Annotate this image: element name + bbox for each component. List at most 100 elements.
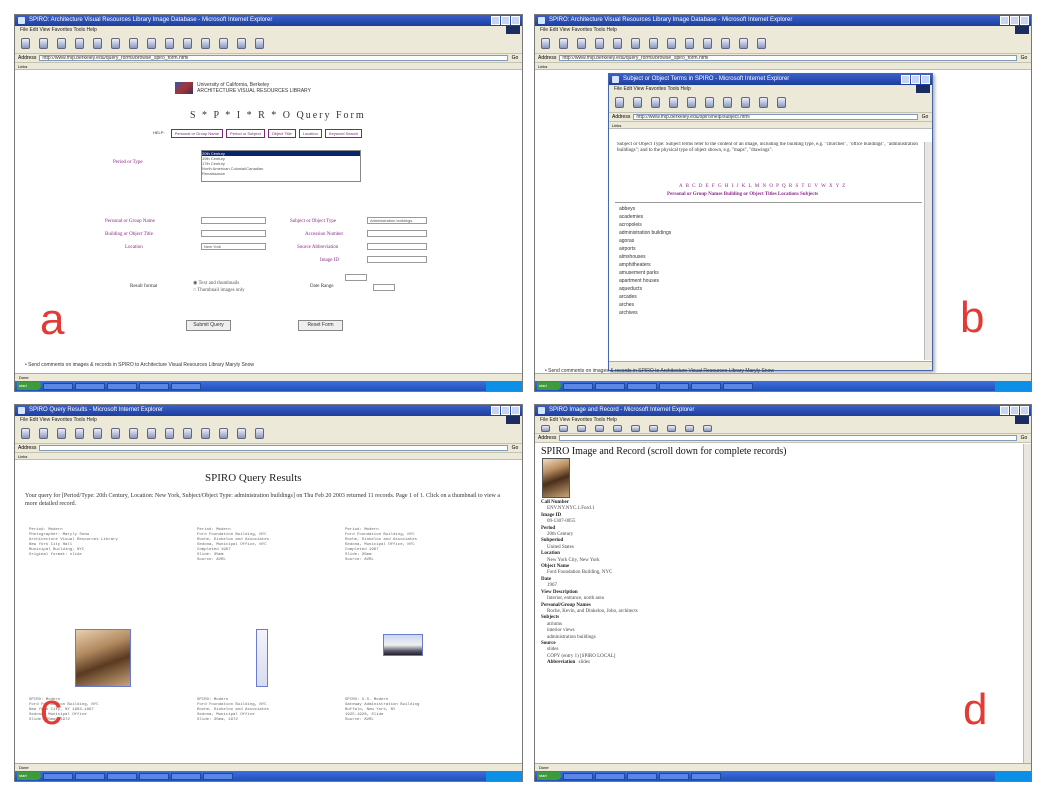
subject-item[interactable]: agoras <box>619 237 671 245</box>
window-controls[interactable] <box>1000 16 1029 25</box>
result-option-text[interactable]: ◉ Text and thumbnails <box>193 280 239 286</box>
edit-icon[interactable] <box>219 38 228 49</box>
tab-keyword[interactable]: Keyword Search <box>324 129 363 138</box>
popup-window-controls[interactable] <box>901 75 930 84</box>
print-icon[interactable] <box>201 38 210 49</box>
favorites-icon[interactable] <box>129 428 138 439</box>
menu-bar[interactable]: File Edit View Favorites Tools Help <box>535 26 1031 34</box>
maximize-icon[interactable] <box>501 16 510 25</box>
address-input[interactable]: http://www.mip.berkeley.edu/query_forms/… <box>39 55 508 61</box>
taskbar-item[interactable] <box>107 772 137 780</box>
back-icon[interactable] <box>21 38 30 49</box>
taskbar-item[interactable] <box>43 772 73 780</box>
subject-item[interactable]: aqueducts <box>619 285 671 293</box>
forward-icon[interactable] <box>39 428 48 439</box>
links-bar[interactable]: Links <box>15 63 522 70</box>
menu-bar[interactable]: File Edit View Favorites Tools Help <box>15 416 522 424</box>
reset-form-button[interactable]: Reset Form <box>298 320 343 331</box>
taskbar-item[interactable] <box>563 772 593 780</box>
messenger-icon[interactable] <box>255 38 264 49</box>
taskbar-item[interactable] <box>43 382 73 390</box>
subject-item[interactable]: acropoleis <box>619 221 671 229</box>
subject-item[interactable]: airports <box>619 245 671 253</box>
go-button[interactable]: Go <box>1017 55 1031 61</box>
subject-item[interactable]: arcades <box>619 293 671 301</box>
subject-item[interactable]: administration buildings <box>619 229 671 237</box>
history-icon[interactable] <box>741 97 750 108</box>
media-icon[interactable] <box>667 38 676 49</box>
stop-icon[interactable] <box>57 38 66 49</box>
image-id-input[interactable] <box>367 256 427 263</box>
mail-icon[interactable] <box>183 428 192 439</box>
menu-bar[interactable]: File Edit View Favorites Tools Help <box>15 26 522 34</box>
taskbar-item[interactable] <box>139 772 169 780</box>
result-thumbnail-1[interactable] <box>75 629 131 687</box>
forward-icon[interactable] <box>39 38 48 49</box>
messenger-icon[interactable] <box>255 428 264 439</box>
accession-input[interactable] <box>367 230 427 237</box>
minimize-icon[interactable] <box>491 16 500 25</box>
window-controls[interactable] <box>491 406 520 415</box>
media-icon[interactable] <box>147 38 156 49</box>
result-option-thumb[interactable]: ○ Thumbnail images only <box>193 288 245 293</box>
taskbar-item[interactable] <box>75 382 105 390</box>
menu-bar[interactable]: File Edit View Favorites Tools Help <box>535 416 1031 424</box>
page-scrollbar[interactable] <box>1023 444 1031 763</box>
location-input[interactable]: New York <box>201 243 266 250</box>
address-input[interactable] <box>559 435 1017 441</box>
discuss-icon[interactable] <box>757 38 766 49</box>
taskbar-item[interactable] <box>595 772 625 780</box>
name-input[interactable] <box>201 217 266 224</box>
submit-query-button[interactable]: Submit Query <box>186 320 231 331</box>
go-button[interactable]: Go <box>918 114 932 120</box>
mail-icon[interactable] <box>703 38 712 49</box>
close-icon[interactable] <box>921 75 930 84</box>
tab-location[interactable]: Location <box>298 129 322 138</box>
edit-icon[interactable] <box>739 38 748 49</box>
taskbar-item[interactable] <box>691 772 721 780</box>
history-icon[interactable] <box>165 38 174 49</box>
record-image[interactable] <box>542 458 570 498</box>
search-icon[interactable] <box>111 38 120 49</box>
mail-icon[interactable] <box>183 38 192 49</box>
mail-icon[interactable] <box>759 97 768 108</box>
popup-address-input[interactable]: http://www.mip.berkeley.edu/spiro/help/s… <box>633 114 918 120</box>
subject-item[interactable]: almshouses <box>619 253 671 261</box>
discuss-icon[interactable] <box>237 428 246 439</box>
help-links[interactable]: Personal or Group Names Building or Obje… <box>667 192 818 197</box>
go-button[interactable]: Go <box>1017 435 1031 441</box>
taskbar-item[interactable] <box>627 382 657 390</box>
address-input[interactable]: http://www.mip.berkeley.edu/query_forms/… <box>559 55 1017 61</box>
home-icon[interactable] <box>613 425 622 432</box>
minimize-icon[interactable] <box>1000 16 1009 25</box>
subject-item[interactable]: amphitheaters <box>619 261 671 269</box>
alphabet-index[interactable]: A B C D E F G H I J K L M N O P Q R S T … <box>679 184 846 189</box>
taskbar-item[interactable] <box>595 382 625 390</box>
taskbar-item[interactable] <box>627 772 657 780</box>
go-button[interactable]: Go <box>508 445 522 451</box>
subject-item[interactable]: arches <box>619 301 671 309</box>
favorites-icon[interactable] <box>723 97 732 108</box>
menu-items[interactable]: File Edit View Favorites Tools Help <box>20 27 97 33</box>
tab-period[interactable]: Period or Subject <box>226 129 265 138</box>
result-option-2[interactable]: Thumbnail images only <box>197 288 245 293</box>
minimize-icon[interactable] <box>1000 406 1009 415</box>
print-icon[interactable] <box>721 38 730 49</box>
subject-input[interactable]: Administration buildings <box>367 217 427 224</box>
start-button[interactable]: start <box>537 382 561 390</box>
popup-links-bar[interactable]: Links <box>609 122 932 129</box>
taskbar-item[interactable] <box>691 382 721 390</box>
back-icon[interactable] <box>21 428 30 439</box>
browser-toolbar[interactable] <box>535 424 1031 434</box>
result-thumbnail-3[interactable] <box>383 634 423 656</box>
back-icon[interactable] <box>615 97 624 108</box>
start-button[interactable]: start <box>537 772 561 780</box>
stop-icon[interactable] <box>577 38 586 49</box>
history-icon[interactable] <box>165 428 174 439</box>
refresh-icon[interactable] <box>595 38 604 49</box>
search-icon[interactable] <box>631 38 640 49</box>
source-input[interactable] <box>367 243 427 250</box>
subject-item[interactable]: archives <box>619 309 671 317</box>
links-bar[interactable]: Links <box>15 453 522 460</box>
home-icon[interactable] <box>613 38 622 49</box>
